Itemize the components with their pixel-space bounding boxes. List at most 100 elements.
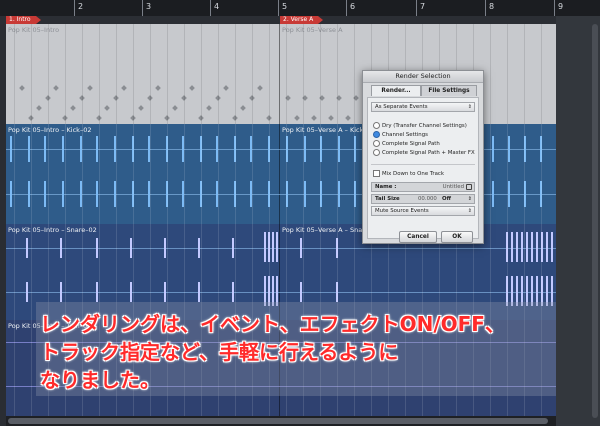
- grid-line: [65, 124, 66, 224]
- kick-hit: [44, 181, 46, 207]
- snare-hit: [521, 232, 523, 262]
- kick-hit: [10, 181, 12, 207]
- marker-intro[interactable]: 1. Intro: [6, 16, 41, 24]
- kick-hit: [96, 181, 98, 207]
- render-mode-dropdown[interactable]: As Separate Events ⇕: [371, 102, 475, 112]
- ok-button[interactable]: OK: [441, 231, 473, 243]
- kick-hit: [28, 136, 30, 162]
- tab-file-settings[interactable]: File Settings: [421, 85, 477, 96]
- snare-hit: [531, 232, 533, 262]
- grid-line: [524, 124, 525, 224]
- grid-line: [541, 124, 542, 224]
- ruler-tick-label: 9: [558, 2, 564, 11]
- cancel-button[interactable]: Cancel: [399, 231, 437, 243]
- ruler-tick: 8: [485, 0, 494, 16]
- ruler-tick: 2: [74, 0, 83, 16]
- event-title: Pop Kit 05–Verse A – Kick–02: [282, 126, 375, 134]
- grid-line: [99, 24, 100, 124]
- grid-line: [14, 224, 15, 320]
- grid-line: [303, 24, 304, 124]
- horizontal-scrollbar[interactable]: [6, 416, 556, 426]
- snare-hit: [96, 238, 98, 258]
- grid-line: [235, 24, 236, 124]
- option-channel-settings[interactable]: Channel Settings: [373, 131, 428, 139]
- chevron-down-icon: ⇕: [467, 104, 472, 110]
- tail-state[interactable]: Off: [442, 195, 451, 203]
- snare-hit: [60, 282, 62, 302]
- caption-line: なりました。: [40, 368, 160, 392]
- grid-line: [14, 24, 15, 124]
- note-event: [240, 105, 246, 111]
- lock-icon[interactable]: [466, 184, 472, 190]
- tail-label: Tail Size: [375, 196, 400, 202]
- snare-hit: [26, 282, 28, 302]
- option-label: Complete Signal Path + Master FX: [382, 150, 475, 156]
- note-event: [310, 115, 317, 121]
- vertical-scrollbar[interactable]: [592, 24, 598, 418]
- snare-hit: [300, 238, 302, 258]
- grid-line: [31, 224, 32, 320]
- grid-line: [354, 24, 355, 124]
- mixdown-checkbox[interactable]: Mix Down to One Track: [373, 170, 444, 178]
- radio-selected-icon: [373, 131, 380, 138]
- kick-hit: [338, 136, 340, 162]
- grid-line: [31, 24, 32, 124]
- grid-line: [82, 124, 83, 224]
- event-divider: [279, 24, 280, 124]
- grid-line: [14, 124, 15, 224]
- note-event: [223, 85, 229, 91]
- snare-hit: [516, 232, 518, 262]
- snare-hit: [232, 238, 234, 258]
- horizontal-scroll-thumb[interactable]: [8, 418, 548, 424]
- kick-hit: [508, 181, 510, 207]
- radio-icon: [373, 140, 380, 147]
- note-event: [344, 115, 351, 121]
- snare-hit: [536, 232, 538, 262]
- snare-hit: [526, 232, 528, 262]
- kick-hit: [62, 136, 64, 162]
- snare-hit: [546, 232, 548, 262]
- ruler-tick: 7: [416, 0, 425, 16]
- snare-hit: [198, 238, 200, 258]
- grid-line: [31, 124, 32, 224]
- kick-hit: [338, 181, 340, 207]
- grid-line: [48, 124, 49, 224]
- grid-line: [524, 24, 525, 124]
- grid-line: [48, 24, 49, 124]
- option-dry[interactable]: Dry (Transfer Channel Settings): [373, 122, 467, 130]
- grid-line: [541, 24, 542, 124]
- grid-line: [116, 24, 117, 124]
- grid-line: [99, 124, 100, 224]
- option-complete-signal-path[interactable]: Complete Signal Path: [373, 140, 440, 148]
- name-field[interactable]: Name : Untitled: [371, 182, 475, 192]
- dialog-body: As Separate Events ⇕ Dry (Transfer Chann…: [367, 97, 479, 239]
- event-title: Pop Kit 05–Intro – Snare–02: [8, 226, 97, 234]
- grid-line: [184, 124, 185, 224]
- snare-hit: [198, 282, 200, 302]
- grid-line: [65, 24, 66, 124]
- grid-line: [303, 124, 304, 224]
- note-event: [70, 105, 76, 111]
- event-title: Pop Kit 05–Verse A – Snare–: [282, 226, 372, 234]
- option-complete-signal-path-master-fx[interactable]: Complete Signal Path + Master FX: [373, 149, 475, 157]
- timeline-ruler[interactable]: 2 3 4 5 6 7 8 9: [0, 0, 600, 17]
- option-label: Complete Signal Path: [382, 141, 440, 147]
- dialog-title[interactable]: Render Selection: [363, 71, 483, 83]
- note-event: [257, 85, 263, 91]
- grid-line: [167, 124, 168, 224]
- marker-verse-a[interactable]: 2. Verse A: [280, 16, 324, 24]
- snare-hit: [264, 232, 266, 262]
- tab-render[interactable]: Render...: [371, 85, 421, 96]
- grid-line: [337, 124, 338, 224]
- event-title: Pop Kit 05–Verse A: [282, 26, 343, 34]
- grid-line: [82, 24, 83, 124]
- note-event: [327, 115, 334, 121]
- snare-hit: [164, 238, 166, 258]
- snare-hit: [96, 282, 98, 302]
- ruler-tick: 6: [346, 0, 355, 16]
- tail-size-field[interactable]: Tail Size 00.000 Off ⇕: [371, 194, 475, 204]
- note-event: [293, 115, 300, 121]
- kick-hit: [492, 136, 494, 162]
- mute-source-dropdown[interactable]: Mute Source Events ⇕: [371, 206, 475, 216]
- kick-hit: [492, 181, 494, 207]
